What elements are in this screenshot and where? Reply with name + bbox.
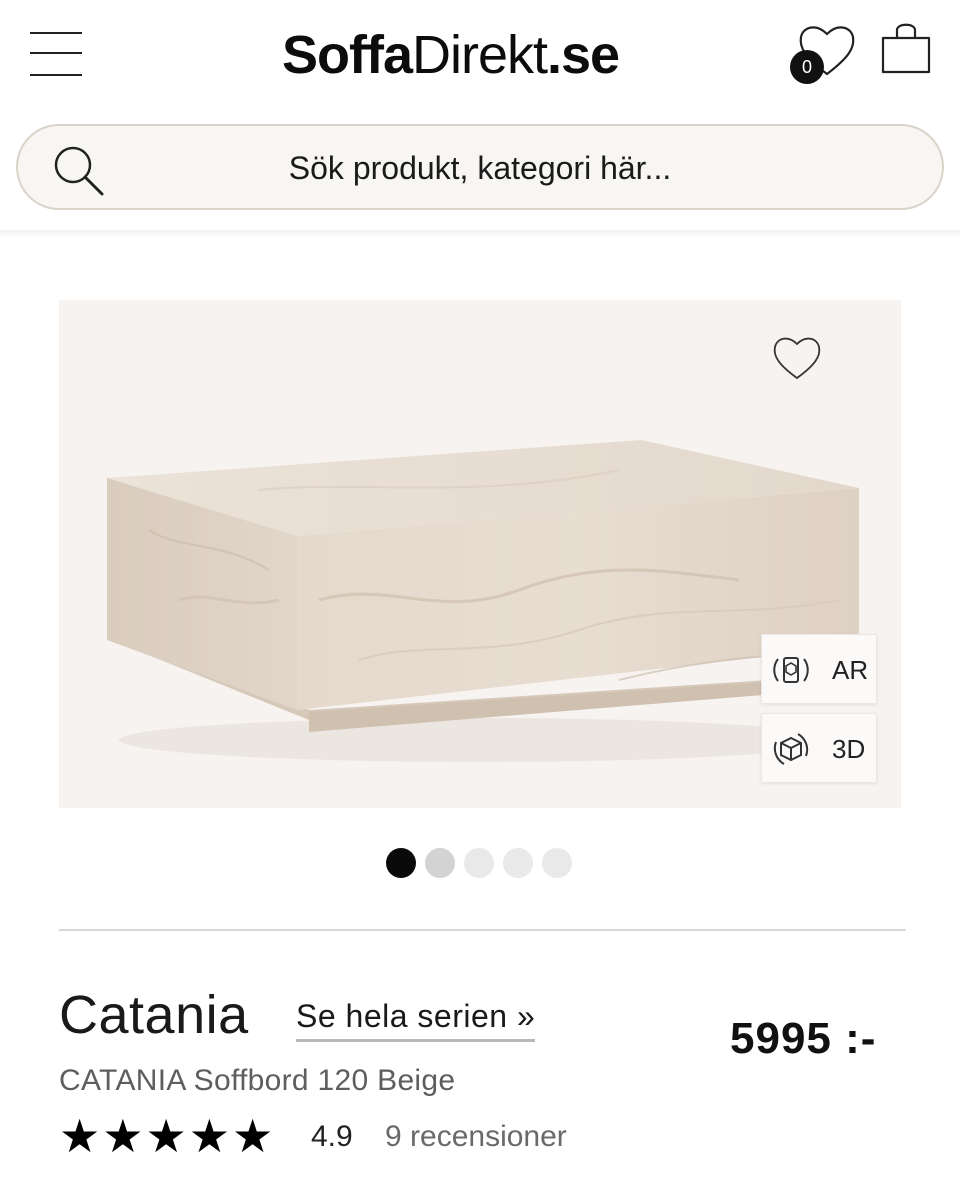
ar-icon: [773, 657, 809, 683]
logo-part-light: Direkt: [412, 25, 548, 85]
rating-stars: ★★★★★: [59, 1109, 276, 1163]
view-in-ar-button[interactable]: AR: [761, 634, 877, 704]
shopping-bag-icon: [881, 23, 931, 74]
gallery-dot-3[interactable]: [464, 848, 494, 878]
header-shadow: [0, 230, 960, 238]
cart-button[interactable]: [878, 18, 934, 78]
menu-icon-line: [30, 74, 82, 76]
product-price: 5995 :-: [730, 1014, 877, 1063]
logo-part-bold: Soffa: [282, 25, 413, 85]
gallery-dot-2[interactable]: [425, 848, 455, 878]
view-in-3d-button[interactable]: 3D: [761, 713, 877, 783]
gallery-pagination: [386, 848, 586, 878]
search-placeholder: Sök produkt, kategori här...: [288, 150, 672, 186]
site-logo[interactable]: SoffaDirekt.se: [282, 20, 682, 90]
gallery-dot-4[interactable]: [503, 848, 533, 878]
product-subtitle: CATANIA Soffbord 120 Beige: [59, 1064, 456, 1097]
wishlist-button[interactable]: 0: [790, 22, 860, 84]
gallery-dot-1[interactable]: [386, 848, 416, 878]
logo-part-tld: .se: [547, 25, 620, 85]
gallery-dot-5[interactable]: [542, 848, 572, 878]
rating-row: ★★★★★ 4.9 9 recensioner: [59, 1109, 659, 1163]
wishlist-count-badge: 0: [790, 50, 824, 84]
reviews-link[interactable]: 9 recensioner: [385, 1120, 567, 1154]
add-to-wishlist-button[interactable]: [771, 334, 823, 382]
ar-label: AR: [832, 655, 869, 685]
rating-value: 4.9: [311, 1120, 353, 1153]
site-header: SoffaDirekt.se 0 Sök produkt, kategori h…: [0, 0, 960, 232]
product-name: Catania: [59, 985, 249, 1045]
see-full-series-link[interactable]: Se hela serien »: [296, 998, 536, 1042]
menu-icon-line: [30, 32, 82, 34]
search-input[interactable]: Sök produkt, kategori här...: [16, 124, 944, 210]
menu-button[interactable]: [30, 32, 84, 78]
menu-icon-line: [30, 52, 82, 54]
divider: [59, 929, 906, 931]
cube-3d-icon: [773, 733, 809, 765]
heart-icon: [773, 337, 821, 380]
3d-label: 3D: [832, 734, 866, 764]
